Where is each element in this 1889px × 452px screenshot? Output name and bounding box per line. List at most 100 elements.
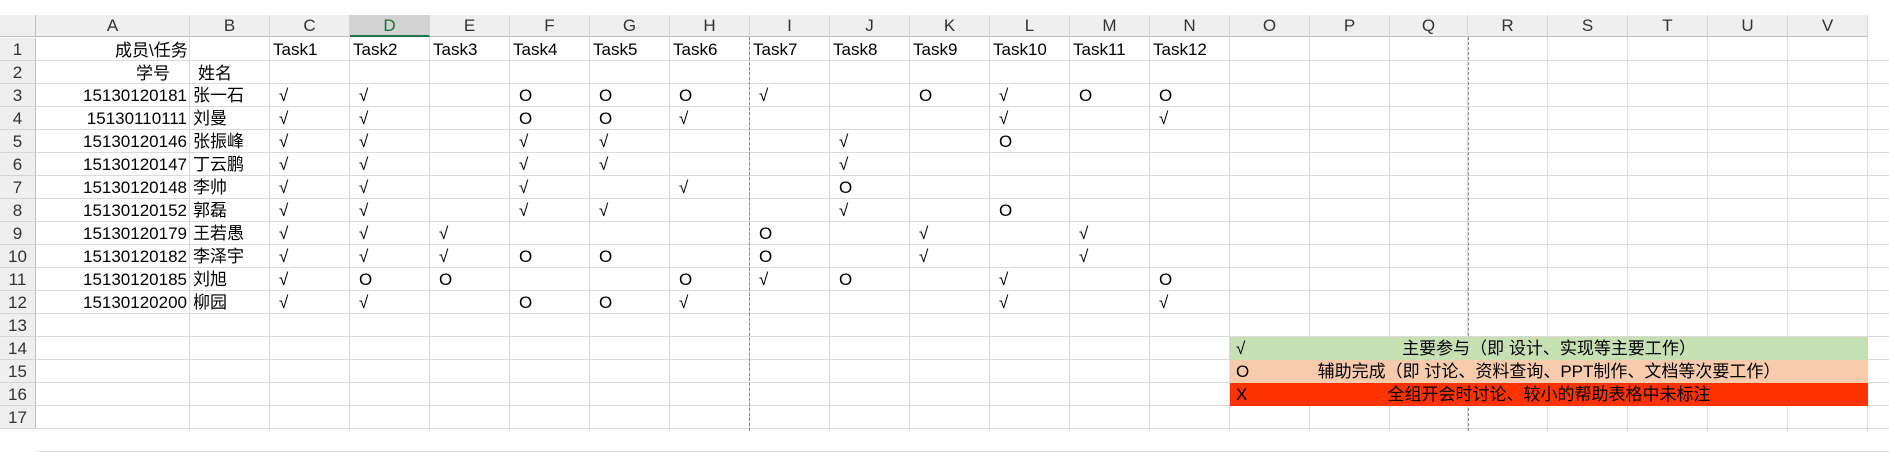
member-name-cell[interactable]: 郭磊 — [190, 199, 230, 222]
task-mark-cell[interactable]: √ — [756, 84, 771, 107]
task-header-cell[interactable]: Task2 — [350, 38, 400, 61]
task-mark-cell[interactable]: O — [836, 268, 855, 291]
column-header-j[interactable]: J — [830, 15, 910, 37]
task-mark-cell[interactable]: O — [516, 107, 535, 130]
task-mark-cell[interactable]: √ — [836, 153, 851, 176]
column-header-v[interactable]: V — [1788, 15, 1868, 37]
column-header-i[interactable]: I — [750, 15, 830, 37]
row-header-5[interactable]: 5 — [0, 130, 36, 153]
task-mark-cell[interactable]: O — [596, 245, 615, 268]
task-mark-cell[interactable]: √ — [276, 107, 291, 130]
member-name-cell[interactable]: 王若愚 — [190, 222, 247, 245]
task-mark-cell[interactable]: O — [356, 268, 375, 291]
column-header-c[interactable]: C — [270, 15, 350, 37]
task-header-cell[interactable]: Task5 — [590, 38, 640, 61]
column-header-h[interactable]: H — [670, 15, 750, 37]
task-mark-cell[interactable]: O — [1156, 84, 1175, 107]
task-mark-cell[interactable]: O — [596, 291, 615, 314]
member-id-cell[interactable]: 15130120185 — [36, 268, 190, 291]
row-header-3[interactable]: 3 — [0, 84, 36, 107]
column-header-a[interactable]: A — [36, 15, 190, 37]
task-mark-cell[interactable]: √ — [916, 222, 931, 245]
task-mark-cell[interactable]: O — [436, 268, 455, 291]
member-name-cell[interactable]: 张振峰 — [190, 130, 247, 153]
task-mark-cell[interactable]: √ — [596, 153, 611, 176]
task-header-cell[interactable]: Task11 — [1070, 38, 1129, 61]
member-id-cell[interactable]: 15130110111 — [36, 107, 190, 130]
row-header-15[interactable]: 15 — [0, 360, 36, 383]
task-mark-cell[interactable]: √ — [516, 176, 531, 199]
task-header-cell[interactable]: Task8 — [830, 38, 880, 61]
column-header-t[interactable]: T — [1628, 15, 1708, 37]
task-mark-cell[interactable]: √ — [356, 199, 371, 222]
row-header-13[interactable]: 13 — [0, 314, 36, 337]
id-label-cell[interactable]: 学号 — [133, 62, 173, 85]
task-mark-cell[interactable]: √ — [356, 130, 371, 153]
column-header-r[interactable]: R — [1468, 15, 1548, 37]
name-label-cell[interactable]: 姓名 — [195, 62, 235, 85]
select-all-corner[interactable] — [0, 15, 36, 37]
column-header-g[interactable]: G — [590, 15, 670, 37]
task-mark-cell[interactable]: √ — [356, 222, 371, 245]
column-header-k[interactable]: K — [910, 15, 990, 37]
task-mark-cell[interactable]: √ — [276, 199, 291, 222]
column-header-p[interactable]: P — [1310, 15, 1390, 37]
task-mark-cell[interactable]: √ — [676, 107, 691, 130]
task-mark-cell[interactable]: √ — [676, 291, 691, 314]
row-header-11[interactable]: 11 — [0, 268, 36, 291]
task-mark-cell[interactable]: √ — [996, 107, 1011, 130]
task-mark-cell[interactable]: √ — [1156, 107, 1171, 130]
member-name-cell[interactable]: 丁云鹏 — [190, 153, 247, 176]
member-name-cell[interactable]: 李帅 — [190, 176, 230, 199]
member-name-cell[interactable]: 柳园 — [190, 291, 230, 314]
task-mark-cell[interactable]: O — [676, 84, 695, 107]
task-mark-cell[interactable]: √ — [276, 84, 291, 107]
column-header-m[interactable]: M — [1070, 15, 1150, 37]
member-id-cell[interactable]: 15130120147 — [36, 153, 190, 176]
task-mark-cell[interactable]: √ — [676, 176, 691, 199]
task-mark-cell[interactable]: √ — [836, 199, 851, 222]
member-name-cell[interactable]: 张一石 — [190, 84, 247, 107]
task-mark-cell[interactable]: √ — [276, 268, 291, 291]
task-mark-cell[interactable]: √ — [916, 245, 931, 268]
row-header-9[interactable]: 9 — [0, 222, 36, 245]
task-mark-cell[interactable]: O — [1076, 84, 1095, 107]
task-mark-cell[interactable]: √ — [276, 245, 291, 268]
column-header-b[interactable]: B — [190, 15, 270, 37]
column-header-l[interactable]: L — [990, 15, 1070, 37]
task-mark-cell[interactable]: √ — [516, 153, 531, 176]
row-header-12[interactable]: 12 — [0, 291, 36, 314]
task-mark-cell[interactable]: √ — [596, 199, 611, 222]
row-header-6[interactable]: 6 — [0, 153, 36, 176]
task-mark-cell[interactable]: √ — [1076, 245, 1091, 268]
row-header-4[interactable]: 4 — [0, 107, 36, 130]
member-id-cell[interactable]: 15130120181 — [36, 84, 190, 107]
column-header-u[interactable]: U — [1708, 15, 1788, 37]
member-id-cell[interactable]: 15130120148 — [36, 176, 190, 199]
task-mark-cell[interactable]: O — [516, 245, 535, 268]
task-header-cell[interactable]: Task1 — [270, 38, 320, 61]
task-mark-cell[interactable]: √ — [276, 291, 291, 314]
row-header-8[interactable]: 8 — [0, 199, 36, 222]
task-header-cell[interactable]: Task4 — [510, 38, 560, 61]
column-header-s[interactable]: S — [1548, 15, 1628, 37]
task-mark-cell[interactable]: O — [916, 84, 935, 107]
column-header-q[interactable]: Q — [1390, 15, 1468, 37]
task-header-cell[interactable]: Task12 — [1150, 38, 1210, 61]
member-name-cell[interactable]: 刘旭 — [190, 268, 230, 291]
member-id-cell[interactable]: 15130120146 — [36, 130, 190, 153]
task-mark-cell[interactable]: √ — [356, 176, 371, 199]
task-mark-cell[interactable]: O — [836, 176, 855, 199]
task-mark-cell[interactable]: O — [596, 107, 615, 130]
task-mark-cell[interactable]: √ — [836, 130, 851, 153]
task-mark-cell[interactable]: √ — [356, 84, 371, 107]
column-header-n[interactable]: N — [1150, 15, 1230, 37]
corner-label-cell[interactable]: 成员\任务 — [112, 39, 191, 62]
member-id-cell[interactable]: 15130120179 — [36, 222, 190, 245]
task-mark-cell[interactable]: √ — [516, 199, 531, 222]
column-header-d[interactable]: D — [350, 15, 430, 37]
task-header-cell[interactable]: Task9 — [910, 38, 960, 61]
task-header-cell[interactable]: Task3 — [430, 38, 480, 61]
row-header-16[interactable]: 16 — [0, 383, 36, 406]
task-mark-cell[interactable]: O — [996, 199, 1015, 222]
